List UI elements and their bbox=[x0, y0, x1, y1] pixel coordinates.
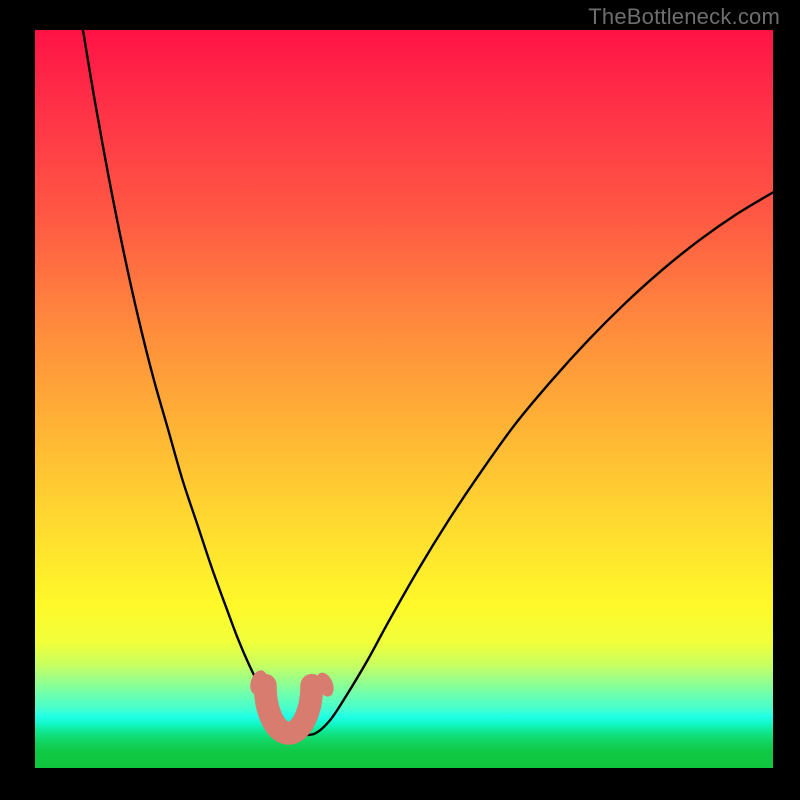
watermark-text: TheBottleneck.com bbox=[588, 4, 780, 30]
chart-frame: TheBottleneck.com bbox=[0, 0, 800, 800]
background-gradient bbox=[35, 30, 773, 768]
plot-area bbox=[35, 30, 773, 768]
